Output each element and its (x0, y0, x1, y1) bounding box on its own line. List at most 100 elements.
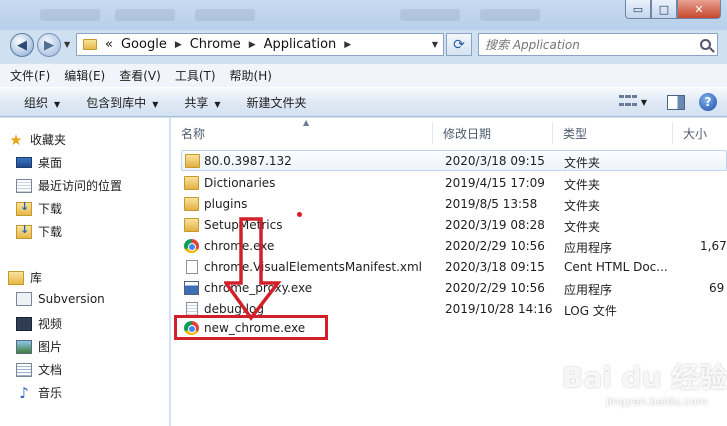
sidebar-item-desktop[interactable]: 桌面 (16, 154, 62, 171)
close-button[interactable]: ✕ (677, 0, 721, 19)
file-name: plugins (204, 197, 248, 211)
file-type: 文件夹 (564, 178, 601, 192)
chrome-icon (184, 239, 199, 253)
include-in-library-button[interactable]: 包含到库中 ▼ (86, 94, 158, 111)
sidebar-libraries[interactable]: 库 (8, 269, 42, 286)
view-mode-dropdown[interactable]: ▼ (641, 98, 647, 107)
column-header-size[interactable]: 大小 (673, 122, 727, 144)
chevron-down-icon: ▼ (214, 99, 221, 109)
sidebar-item-label: 桌面 (38, 156, 63, 170)
menu-help[interactable]: 帮助(H) (230, 67, 272, 84)
breadcrumb-overflow[interactable]: « (105, 37, 113, 52)
blurred-tab (115, 9, 175, 21)
sidebar-item-label: 音乐 (38, 386, 63, 400)
folder-icon (184, 218, 199, 232)
help-icon[interactable]: ? (699, 93, 717, 111)
sidebar-item-documents[interactable]: 文档 (16, 361, 62, 378)
subversion-icon (16, 292, 32, 306)
file-date: 2020/2/29 10:56 (445, 239, 545, 253)
organize-button[interactable]: 组织 ▼ (24, 94, 60, 111)
file-date: 2019/4/15 17:09 (445, 176, 545, 190)
preview-pane-icon[interactable] (667, 94, 685, 110)
menu-view[interactable]: 查看(V) (119, 67, 161, 84)
refresh-button[interactable]: ⟳ (446, 33, 472, 56)
column-header-date[interactable]: 修改日期 (433, 122, 553, 144)
down-arrow-annotation (224, 217, 282, 321)
file-type: 文件夹 (564, 156, 601, 170)
app-icon (184, 281, 199, 295)
organize-label: 组织 (24, 95, 49, 110)
menu-file[interactable]: 文件(F) (10, 67, 50, 84)
address-bar[interactable]: « Google ▶ Chrome ▶ Application ▶ ▼ (76, 33, 444, 56)
sidebar-item-label: Subversion (38, 292, 105, 306)
navigation-pane: ★ 收藏夹 桌面 最近访问的位置 下载 下载 库 Subversion 视频 图… (0, 118, 170, 426)
pictures-icon (16, 339, 32, 354)
breadcrumb-google[interactable]: Google (121, 37, 167, 52)
sidebar-item-label: 下载 (38, 225, 63, 239)
column-header-name[interactable]: 名称 (171, 122, 433, 144)
back-button[interactable]: ◀ (10, 33, 34, 57)
video-icon (16, 316, 32, 331)
chevron-right-icon[interactable]: ▶ (175, 40, 182, 50)
table-row[interactable]: 80.0.3987.132 2020/3/18 09:15 文件夹 (181, 150, 727, 171)
view-mode-icon[interactable] (618, 95, 637, 109)
share-button[interactable]: 共享 ▼ (184, 94, 220, 111)
sidebar-favorites[interactable]: ★ 收藏夹 (8, 131, 66, 149)
chevron-right-icon[interactable]: ▶ (344, 40, 351, 50)
sidebar-item-downloads[interactable]: 下载 (16, 200, 62, 217)
menu-tools[interactable]: 工具(T) (175, 67, 216, 84)
table-row[interactable]: plugins 2019/8/5 13:58 文件夹 (181, 194, 727, 215)
downloads-icon (16, 223, 32, 239)
watermark-url: jingyan.baidu.com (606, 395, 708, 408)
blurred-tab (195, 9, 255, 21)
recent-pages-dropdown[interactable]: ▼ (64, 40, 70, 49)
desktop-icon (16, 157, 32, 168)
file-date: 2020/3/18 09:15 (445, 260, 545, 274)
file-type: LOG 文件 (564, 304, 617, 318)
sidebar-item-videos[interactable]: 视频 (16, 315, 62, 332)
new-folder-button[interactable]: 新建文件夹 (247, 94, 307, 111)
downloads-icon (16, 200, 32, 216)
minimize-button[interactable]: ▭ (625, 0, 651, 19)
title-bar: ▭ □ ✕ (0, 0, 727, 30)
menu-edit[interactable]: 编辑(E) (64, 67, 105, 84)
documents-icon (16, 362, 32, 377)
address-history-dropdown[interactable]: ▼ (432, 40, 438, 49)
xml-file-icon (186, 260, 198, 274)
chevron-right-icon[interactable]: ▶ (249, 40, 256, 50)
chevron-down-icon: ▼ (152, 99, 159, 109)
sidebar-item-label: 文档 (38, 363, 63, 377)
include-in-library-label: 包含到库中 (86, 95, 147, 110)
log-file-icon (186, 302, 198, 316)
sidebar-item-pictures[interactable]: 图片 (16, 338, 62, 355)
library-icon (8, 270, 24, 285)
folder-icon (184, 176, 199, 190)
file-name: 80.0.3987.132 (204, 154, 292, 168)
search-box[interactable] (478, 33, 718, 56)
breadcrumb-chrome[interactable]: Chrome (190, 37, 241, 52)
sidebar-item-music[interactable]: ♪ 音乐 (16, 383, 63, 402)
breadcrumb-application[interactable]: Application (264, 37, 337, 52)
file-name: Dictionaries (204, 176, 276, 190)
command-bar: 组织 ▼ 包含到库中 ▼ 共享 ▼ 新建文件夹 ▼ ? (0, 87, 727, 117)
search-input[interactable] (485, 37, 685, 52)
file-date: 2020/3/19 08:28 (445, 218, 545, 232)
sidebar-item-downloads-2[interactable]: 下载 (16, 223, 62, 240)
file-date: 2019/10/28 14:16 (445, 302, 553, 316)
file-type: 文件夹 (564, 220, 601, 234)
sidebar-libraries-label: 库 (30, 271, 43, 285)
sidebar-item-subversion[interactable]: Subversion (16, 292, 105, 306)
forward-button[interactable]: ▶ (37, 33, 61, 57)
maximize-button[interactable]: □ (651, 0, 677, 19)
file-date: 2020/3/18 09:15 (445, 154, 545, 168)
file-date: 2019/8/5 13:58 (445, 197, 538, 211)
baidu-watermark: Bai du 经验 (562, 361, 727, 394)
sidebar-item-recent-places[interactable]: 最近访问的位置 (16, 177, 122, 194)
search-icon[interactable] (700, 39, 711, 50)
table-row[interactable]: Dictionaries 2019/4/15 17:09 文件夹 (181, 173, 727, 194)
music-icon: ♪ (19, 383, 29, 402)
blurred-tab (480, 9, 540, 21)
column-header-type[interactable]: 类型 (553, 122, 673, 144)
file-type: 应用程序 (564, 283, 613, 297)
sidebar-item-label: 下载 (38, 202, 63, 216)
